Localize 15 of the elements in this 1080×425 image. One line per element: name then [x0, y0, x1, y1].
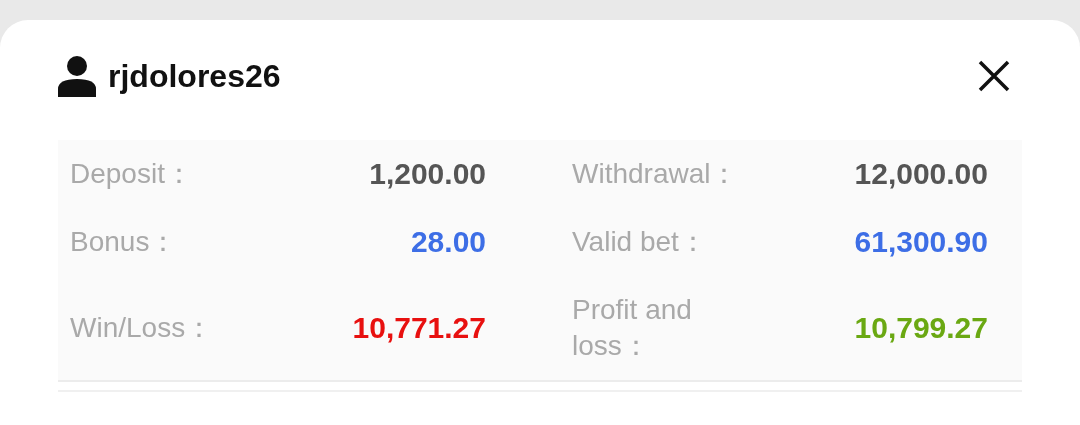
user-icon	[58, 55, 96, 97]
close-icon[interactable]	[978, 60, 1010, 92]
stat-label: Valid bet：	[572, 225, 707, 259]
stat-value: 10,771.27	[352, 311, 486, 345]
stat-value: 61,300.90	[854, 225, 988, 259]
username: rjdolores26	[108, 57, 282, 95]
stat-value: 1,200.00	[369, 157, 486, 191]
stat-label: Profit and loss：	[572, 293, 693, 363]
stat-label: Withdrawal：	[572, 157, 739, 191]
stat-value: 28.00	[410, 225, 486, 259]
stat-label: Deposit：	[70, 157, 193, 191]
stat-value: 12,000.00	[854, 157, 988, 191]
stat-label: Bonus：	[70, 225, 178, 259]
stat-label: Win/Loss：	[70, 311, 214, 345]
stat-value: 10,799.27	[854, 311, 988, 345]
